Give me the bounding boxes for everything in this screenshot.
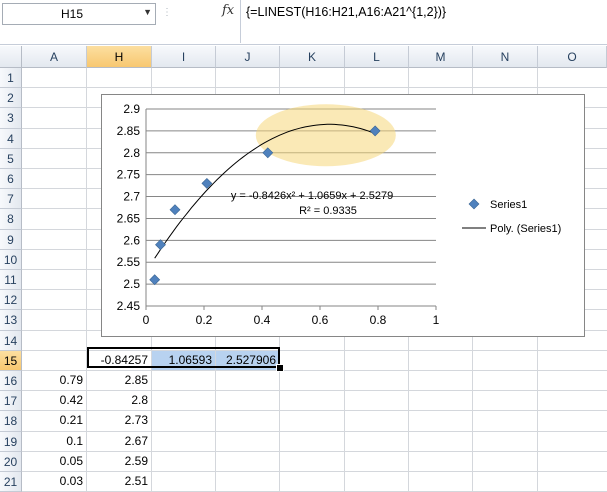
- row-header-15[interactable]: 15: [0, 350, 22, 371]
- column-header-l[interactable]: L: [345, 46, 409, 68]
- cell-h20[interactable]: 2.59: [87, 452, 151, 471]
- row-header-9[interactable]: 9: [0, 229, 22, 250]
- row-header-20[interactable]: 20: [0, 451, 22, 472]
- y-tick-label: 2.65: [117, 211, 141, 225]
- row-header-12[interactable]: 12: [0, 290, 22, 311]
- cell-h19[interactable]: 2.67: [87, 432, 151, 451]
- name-box[interactable]: H15 ▼: [2, 3, 156, 25]
- column-header-h[interactable]: H: [87, 46, 152, 68]
- row-header-3[interactable]: 3: [0, 108, 22, 129]
- row-header-8[interactable]: 8: [0, 209, 22, 230]
- row-header-10[interactable]: 10: [0, 249, 22, 270]
- row-header-16[interactable]: 16: [0, 371, 22, 392]
- row-header-11[interactable]: 11: [0, 270, 22, 291]
- cell-a20[interactable]: 0.05: [22, 452, 86, 471]
- row-header-6[interactable]: 6: [0, 169, 22, 190]
- legend-marker-series1: [468, 198, 480, 210]
- x-tick-label: 0.8: [370, 313, 387, 327]
- drag-handle-icon[interactable]: ⋮: [162, 6, 172, 20]
- formula-text: {=LINEST(H16:H21,A16:A21^{1,2})}: [246, 5, 447, 19]
- trendline-r-squared: R² = 0.9335: [299, 205, 357, 217]
- data-point: [149, 274, 161, 286]
- x-tick-label: 0.2: [196, 313, 213, 327]
- y-tick-label: 2.6: [123, 233, 140, 247]
- cell-a18[interactable]: 0.21: [22, 411, 86, 430]
- cell-h16[interactable]: 2.85: [87, 371, 151, 390]
- cell-a19[interactable]: 0.1: [22, 432, 86, 451]
- legend-label-trendline: Poly. (Series1): [490, 223, 561, 235]
- column-header-i[interactable]: I: [152, 46, 216, 68]
- select-all-corner[interactable]: [0, 46, 22, 68]
- x-tick-label: 1: [433, 313, 440, 327]
- column-header-j[interactable]: J: [216, 46, 280, 68]
- row-header-13[interactable]: 13: [0, 310, 22, 331]
- formula-bar: H15 ▼ ⋮ fx {=LINEST(H16:H21,A16:A21^{1,2…: [0, 0, 607, 45]
- cell-a17[interactable]: 0.42: [22, 391, 86, 410]
- y-tick-label: 2.85: [117, 124, 141, 138]
- column-header-k[interactable]: K: [280, 46, 345, 68]
- x-tick-label: 0.6: [312, 313, 329, 327]
- chevron-down-icon[interactable]: ▼: [143, 7, 152, 17]
- column-header-m[interactable]: M: [409, 46, 473, 68]
- chart-plot: 2.45 2.5 2.55 2.6 2.65 2.7 2.75 2.8 2.85 2.9 0 0.2 0…: [117, 102, 562, 327]
- row-header-14[interactable]: 14: [0, 330, 22, 351]
- cell-h18[interactable]: 2.73: [87, 411, 151, 430]
- cell-h17[interactable]: 2.8: [87, 391, 151, 410]
- function-icon[interactable]: fx: [222, 3, 234, 18]
- row-header-17[interactable]: 17: [0, 391, 22, 412]
- row-header-1[interactable]: 1: [0, 68, 22, 89]
- row-header-21[interactable]: 21: [0, 472, 22, 492]
- grid-hline: [22, 87, 607, 88]
- trendline-equation: y = -0.8426x² + 1.0659x + 2.5279: [231, 190, 393, 202]
- row-header-7[interactable]: 7: [0, 189, 22, 210]
- data-point: [169, 204, 181, 216]
- row-header-5[interactable]: 5: [0, 148, 22, 169]
- column-header-n[interactable]: N: [473, 46, 538, 68]
- active-cell-selection[interactable]: [87, 347, 280, 368]
- y-tick-label: 2.9: [123, 102, 140, 116]
- y-tick-label: 2.45: [117, 299, 141, 313]
- y-tick-label: 2.5: [123, 277, 140, 291]
- fill-handle[interactable]: [276, 364, 284, 372]
- y-tick-label: 2.75: [117, 168, 141, 182]
- scatter-chart[interactable]: 2.45 2.5 2.55 2.6 2.65 2.7 2.75 2.8 2.85 2.9 0 0.2 0…: [101, 94, 585, 337]
- x-tick-label: 0.4: [254, 313, 271, 327]
- row-header-19[interactable]: 19: [0, 431, 22, 452]
- cell-a16[interactable]: 0.79: [22, 371, 86, 390]
- column-header-o[interactable]: O: [538, 46, 607, 68]
- formula-input[interactable]: {=LINEST(H16:H21,A16:A21^{1,2})}: [240, 0, 607, 43]
- row-header-4[interactable]: 4: [0, 128, 22, 149]
- cell-h21[interactable]: 2.51: [87, 472, 151, 491]
- legend-label-series1: Series1: [490, 199, 527, 211]
- row-header-2[interactable]: 2: [0, 88, 22, 109]
- y-tick-label: 2.55: [117, 255, 141, 269]
- row-header-18[interactable]: 18: [0, 411, 22, 432]
- y-tick-label: 2.8: [123, 146, 140, 160]
- x-tick-label: 0: [143, 313, 150, 327]
- y-tick-label: 2.7: [123, 190, 140, 204]
- data-point: [155, 239, 166, 251]
- cell-a21[interactable]: 0.03: [22, 472, 86, 491]
- column-header-a[interactable]: A: [22, 46, 87, 68]
- name-box-value: H15: [60, 7, 83, 21]
